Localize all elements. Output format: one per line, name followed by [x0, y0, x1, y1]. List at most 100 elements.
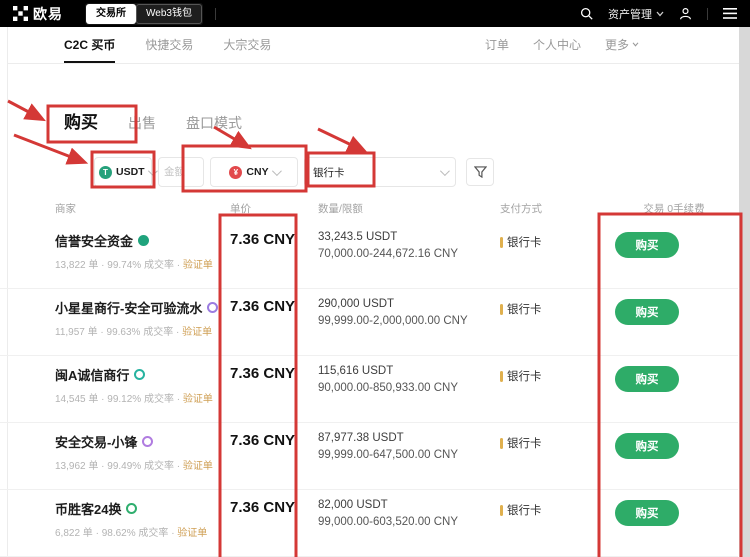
cny-icon: ¥: [229, 165, 243, 179]
merchant-name-link[interactable]: 币胜客24换: [55, 499, 207, 518]
verified-orders-link[interactable]: 验证单: [182, 327, 212, 338]
payment-method: 银行卡: [500, 502, 542, 518]
topbar-divider: [214, 7, 216, 20]
chevron-down-icon: [439, 165, 450, 176]
brand-name: 欧易: [33, 5, 63, 22]
buy-button[interactable]: 购买: [615, 433, 679, 459]
brand[interactable]: 欧易: [13, 4, 63, 24]
table-row: 闽A诚信商行 14,545 单 · 99.12% 成交率 · 验证单 7.36 …: [0, 356, 738, 423]
payment-method: 银行卡: [500, 435, 542, 451]
payment-method: 银行卡: [500, 234, 542, 250]
toggle-exchange[interactable]: 交易所: [86, 3, 136, 24]
buy-button[interactable]: 购买: [615, 299, 679, 325]
payment-color-bar: [500, 236, 503, 248]
merchant-name: 币胜客24换: [55, 502, 122, 517]
merchant-badge-icon: [142, 436, 154, 447]
nav-item-block-trade[interactable]: 大宗交易: [223, 27, 271, 63]
search-icon[interactable]: [580, 7, 593, 20]
merchant-stats: 11,957 单 · 99.63% 成交率 · 验证单: [55, 327, 213, 338]
payment-method-label: 银行卡: [507, 505, 542, 517]
filter-button[interactable]: [466, 158, 494, 186]
asset-management-menu[interactable]: 资产管理: [608, 6, 664, 22]
table-row: 小星星商行-安全可验流水 11,957 单 · 99.63% 成交率 · 验证单…: [0, 289, 738, 356]
tab-orderbook-mode[interactable]: 盘口模式: [186, 113, 242, 133]
merchant-name: 小星星商行-安全可验流水: [55, 301, 203, 316]
table-row: 币胜客24换 6,822 单 · 98.62% 成交率 · 验证单 7.36 C…: [0, 490, 738, 557]
payment-color-bar: [500, 370, 503, 382]
merchant-name: 安全交易-小锋: [55, 435, 138, 450]
merchant-orders: 6,822 单: [55, 528, 93, 539]
chevron-down-icon: [656, 11, 664, 16]
table-row: 安全交易-小锋 13,962 单 · 99.49% 成交率 · 验证单 7.36…: [0, 423, 738, 490]
nav-item-c2c-buy[interactable]: C2C 买币: [64, 27, 116, 63]
unit-price: 7.36 CNY: [230, 231, 296, 248]
unit-price: 7.36 CNY: [230, 298, 296, 315]
payment-method-label: 银行卡: [507, 304, 542, 316]
asset-management-label: 资产管理: [608, 8, 652, 21]
payment-method-label: 银行卡: [507, 371, 542, 383]
merchant-badge-icon: [134, 369, 146, 380]
payment-method: 银行卡: [500, 301, 542, 317]
crypto-select[interactable]: T USDT: [94, 157, 158, 187]
amount-input[interactable]: [158, 157, 204, 187]
order-limit: 99,999.00-647,500.00 CNY: [318, 449, 459, 461]
payment-method-select[interactable]: 银行卡: [304, 157, 456, 187]
col-header-amount-limit: 数量/限额: [318, 203, 363, 215]
user-icon[interactable]: [679, 7, 692, 20]
top-bar: 欧易 交易所 Web3钱包 资产管理: [0, 0, 750, 27]
buy-button[interactable]: 购买: [615, 232, 679, 258]
merchant-orders: 14,545 单: [55, 394, 99, 405]
merchant-name-link[interactable]: 信誉安全资金: [55, 231, 213, 250]
product-toggle: 交易所 Web3钱包: [85, 2, 203, 25]
tab-sell[interactable]: 出售: [128, 113, 156, 133]
sub-nav: C2C 买币 快捷交易 大宗交易 订单 个人中心 更多: [8, 27, 739, 64]
payment-select-value: 银行卡: [313, 166, 345, 179]
chevron-down-icon: [147, 165, 158, 176]
annotation-arrow-usdt: [13, 133, 89, 165]
usdt-icon: T: [99, 165, 112, 179]
buy-button[interactable]: 购买: [615, 366, 679, 392]
merchant-name-link[interactable]: 安全交易-小锋: [55, 432, 213, 451]
merchant-badge-icon: [207, 302, 219, 313]
order-limit: 70,000.00-244,672.16 CNY: [318, 248, 459, 260]
merchant-completion-rate: 99.12% 成交率: [107, 394, 174, 405]
col-header-merchant: 商家: [55, 203, 76, 215]
nav-item-express-trade[interactable]: 快捷交易: [145, 27, 193, 63]
merchant-completion-rate: 99.74% 成交率: [107, 260, 174, 271]
nav-item-orders[interactable]: 订单: [485, 27, 509, 63]
scrollbar-track[interactable]: [739, 27, 750, 557]
nav-item-more-label: 更多: [604, 37, 629, 52]
order-limit: 90,000.00-850,933.00 CNY: [318, 382, 459, 394]
merchant-completion-rate: 99.49% 成交率: [107, 461, 174, 472]
nav-item-more[interactable]: 更多: [605, 27, 639, 63]
verified-orders-link[interactable]: 验证单: [183, 260, 213, 271]
trade-tabs: 购买 出售 盘口模式: [64, 108, 242, 133]
available-amount: 115,616 USDT: [318, 365, 394, 377]
verified-orders-link[interactable]: 验证单: [183, 461, 213, 472]
chevron-down-icon: [632, 41, 639, 47]
unit-price: 7.36 CNY: [230, 432, 296, 449]
buy-button[interactable]: 购买: [615, 500, 679, 526]
merchant-stats: 6,822 单 · 98.62% 成交率 · 验证单: [55, 528, 208, 539]
fiat-select[interactable]: ¥ CNY: [210, 157, 298, 187]
nav-item-profile[interactable]: 个人中心: [533, 27, 581, 63]
amount-limit: 87,977.38 USDT 99,999.00-647,500.00 CNY: [318, 430, 458, 464]
merchant-list: 信誉安全资金 13,822 单 · 99.74% 成交率 · 验证单 7.36 …: [0, 222, 738, 557]
okx-logo-icon: [13, 6, 28, 21]
fiat-select-value: CNY: [246, 166, 269, 178]
merchant-name-link[interactable]: 小星星商行-安全可验流水: [55, 298, 219, 317]
merchant-completion-rate: 98.62% 成交率: [101, 528, 169, 539]
tab-buy[interactable]: 购买: [64, 108, 98, 133]
merchant-name-link[interactable]: 闽A诚信商行: [55, 365, 213, 384]
merchant-badge-icon: [138, 235, 150, 246]
unit-price: 7.36 CNY: [230, 499, 296, 516]
verified-orders-link[interactable]: 验证单: [183, 394, 213, 405]
merchant-stats: 14,545 单 · 99.12% 成交率 · 验证单: [55, 394, 213, 405]
hamburger-menu-icon[interactable]: [723, 8, 737, 19]
available-amount: 33,243.5 USDT: [318, 231, 398, 243]
payment-method-label: 银行卡: [507, 438, 542, 450]
toggle-web3-wallet[interactable]: Web3钱包: [136, 3, 202, 24]
order-limit: 99,999.00-2,000,000.00 CNY: [318, 315, 468, 327]
merchant-orders: 11,957 单: [55, 327, 98, 338]
verified-orders-link[interactable]: 验证单: [177, 528, 207, 539]
